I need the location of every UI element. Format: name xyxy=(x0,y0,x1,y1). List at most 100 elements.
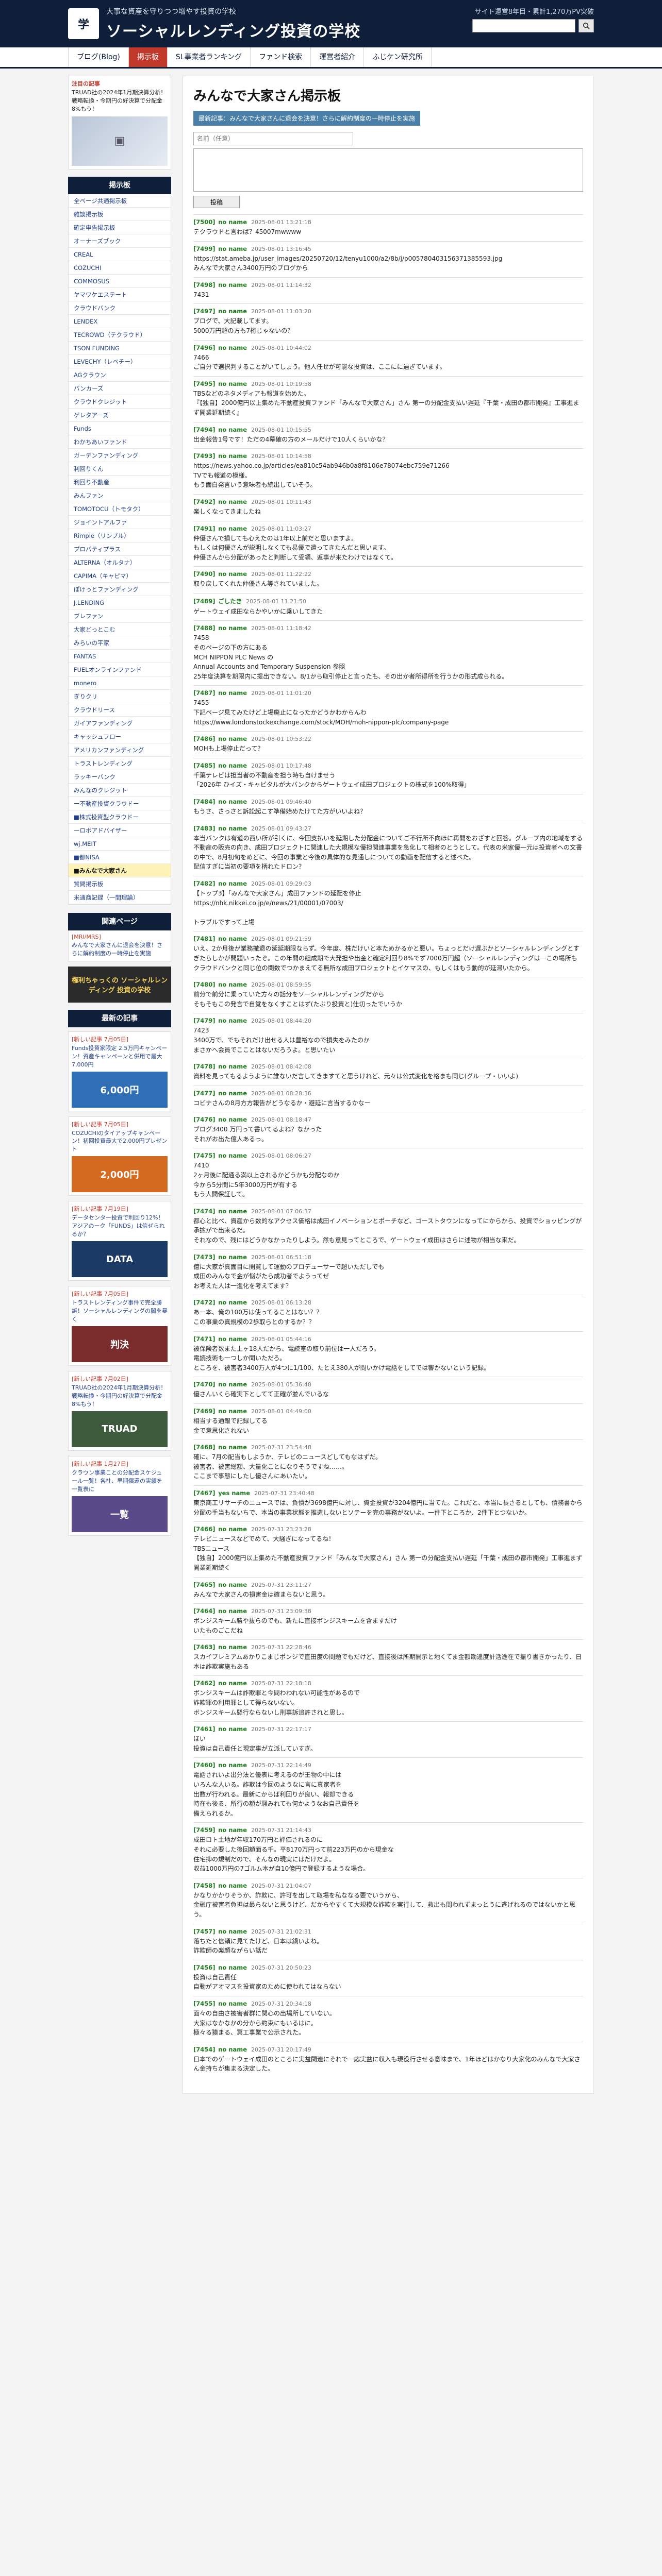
search-input[interactable] xyxy=(472,19,575,32)
sidebar-board-item[interactable]: ヤマワケエステート xyxy=(69,288,171,301)
post-number[interactable]: [7464] xyxy=(193,1607,216,1615)
post-number[interactable]: [7480] xyxy=(193,981,216,988)
sidebar-board-item[interactable]: バンカーズ xyxy=(69,382,171,395)
sidebar-board-item[interactable]: J.LENDING xyxy=(69,596,171,609)
news-title[interactable]: トラストレンディング事件で完全勝訴！ソーシャルレンディングの闇を暴く xyxy=(72,1299,168,1324)
sidebar-board-item[interactable]: CAPIMA（キャピマ） xyxy=(69,569,171,583)
post-number[interactable]: [7463] xyxy=(193,1643,216,1651)
site-logo[interactable]: 学 xyxy=(68,8,99,39)
sidebar-board-item[interactable]: ■みんなで大家さん xyxy=(69,863,171,877)
sidebar-board-item[interactable]: ーロボアドバイザー xyxy=(69,824,171,837)
sidebar-board-item[interactable]: 利回りくん xyxy=(69,462,171,476)
news-title[interactable]: クラウン事業ことの分配金スケジュール一覧！各社、早期償還の実績を一覧表に xyxy=(72,1469,168,1494)
sidebar-board-item[interactable]: 確定申告掲示板 xyxy=(69,221,171,234)
post-number[interactable]: [7454] xyxy=(193,2046,216,2053)
sidebar-board-item[interactable]: COZUCHI xyxy=(69,261,171,275)
nav-item[interactable]: SL事業者ランキング xyxy=(167,47,251,67)
submit-button[interactable]: 投稿 xyxy=(193,196,240,208)
sidebar-board-item[interactable]: ぽけっとファンディング xyxy=(69,583,171,596)
sidebar-board-item[interactable]: ■都NISA xyxy=(69,851,171,864)
news-item[interactable]: [新しい記事 7月02日] TRUAD社の2024年1月期決算分析！戦略転換・今期… xyxy=(68,1370,171,1451)
post-number[interactable]: [7475] xyxy=(193,1152,216,1159)
sidebar-board-item[interactable]: わかちあいファンド xyxy=(69,435,171,449)
post-number[interactable]: [7469] xyxy=(193,1408,216,1415)
news-thumbnail[interactable]: TRUAD xyxy=(72,1411,168,1447)
post-number[interactable]: [7498] xyxy=(193,281,216,289)
sidebar-board-item[interactable]: Funds xyxy=(69,422,171,435)
post-number[interactable]: [7491] xyxy=(193,525,216,532)
post-number[interactable]: [7479] xyxy=(193,1017,216,1024)
news-thumbnail[interactable]: 2,000円 xyxy=(72,1156,168,1193)
post-number[interactable]: [7492] xyxy=(193,498,216,505)
sidebar-board-item[interactable]: 雑談掲示板 xyxy=(69,208,171,221)
nav-item[interactable]: ブログ(Blog) xyxy=(68,47,129,67)
post-number[interactable]: [7499] xyxy=(193,245,216,252)
post-number[interactable]: [7482] xyxy=(193,880,216,887)
post-number[interactable]: [7471] xyxy=(193,1335,216,1343)
post-number[interactable]: [7461] xyxy=(193,1725,216,1733)
sidebar-board-item[interactable]: ジョイントアルファ xyxy=(69,516,171,529)
sidebar-board-item[interactable]: 大家どっとこむ xyxy=(69,623,171,636)
post-number[interactable]: [7473] xyxy=(193,1253,216,1261)
sidebar-board-item[interactable]: FANTAS xyxy=(69,650,171,663)
sidebar-board-item[interactable]: AGクラウン xyxy=(69,368,171,382)
post-number[interactable]: [7483] xyxy=(193,825,216,832)
post-number[interactable]: [7459] xyxy=(193,1826,216,1834)
name-input[interactable] xyxy=(193,132,353,145)
sidebar-board-item[interactable]: FUELオンラインファンド xyxy=(69,663,171,676)
post-number[interactable]: [7486] xyxy=(193,735,216,742)
featured-text[interactable]: TRUAD社の2024年1月期決算分析！戦略転換・今期円の好決算で分配金8%もう… xyxy=(72,89,168,113)
sidebar-board-item[interactable]: ラッキーバンク xyxy=(69,770,171,784)
news-item[interactable]: [新しい記事 7月05日] Funds投資家限定 2.5万円キャンペーン！資産キャ… xyxy=(68,1031,171,1111)
sidebar-board-item[interactable]: クラウドリース xyxy=(69,703,171,717)
news-thumbnail[interactable]: 6,000円 xyxy=(72,1071,168,1108)
sidebar-board-item[interactable]: クラウドバンク xyxy=(69,301,171,315)
sidebar-board-item[interactable]: アメリカンファンディング xyxy=(69,743,171,757)
sidebar-board-item[interactable]: 利回り不動産 xyxy=(69,476,171,489)
site-title[interactable]: ソーシャルレンディング投資の学校 xyxy=(106,19,360,41)
post-number[interactable]: [7472] xyxy=(193,1299,216,1306)
sidebar-board-item[interactable]: ゲレタアーズ xyxy=(69,409,171,422)
sidebar-board-item[interactable]: CREAL xyxy=(69,248,171,261)
news-thumbnail[interactable]: DATA xyxy=(72,1241,168,1278)
post-number[interactable]: [7466] xyxy=(193,1526,216,1533)
sidebar-board-item[interactable]: ガーデンファンディング xyxy=(69,449,171,462)
sidebar-board-item[interactable]: Rimple（リンプル） xyxy=(69,529,171,543)
related-link[interactable]: みんなで大家さんに退会を決意！さらに解約制度の一時停止を実施 xyxy=(72,941,168,958)
sidebar-board-item[interactable]: みんなのクレジット xyxy=(69,784,171,797)
search-button[interactable] xyxy=(578,19,594,32)
post-number[interactable]: [7455] xyxy=(193,2000,216,2007)
sidebar-board-item[interactable]: COMMOSUS xyxy=(69,275,171,288)
nav-item[interactable]: 掲示板 xyxy=(128,47,168,67)
nav-item[interactable]: 運営者紹介 xyxy=(311,47,365,67)
sidebar-board-item[interactable]: クラウドクレジット xyxy=(69,395,171,409)
news-item[interactable]: [新しい記事 7月05日] COZUCHIのタイアップキャンペーン！初回投資最大で… xyxy=(68,1116,171,1196)
sidebar-board-item[interactable]: 質問掲示板 xyxy=(69,877,171,891)
post-number[interactable]: [7468] xyxy=(193,1444,216,1451)
latest-article-notice[interactable]: 最新記事：みんなで大家さんに退会を決意！さらに解約制度の一時停止を実施 xyxy=(193,111,421,126)
news-item[interactable]: [新しい記事 7月05日] トラストレンディング事件で完全勝訴！ソーシャルレンディ… xyxy=(68,1286,171,1366)
post-number[interactable]: [7496] xyxy=(193,344,216,351)
post-number[interactable]: [7488] xyxy=(193,624,216,632)
post-number[interactable]: [7470] xyxy=(193,1381,216,1388)
sidebar-board-item[interactable]: ALTERNA（オルタナ） xyxy=(69,556,171,569)
post-number[interactable]: [7465] xyxy=(193,1581,216,1588)
featured-banner[interactable]: 注目の記事 TRUAD社の2024年1月期決算分析！戦略転換・今期円の好決算で分… xyxy=(68,76,171,170)
news-title[interactable]: COZUCHIのタイアップキャンペーン！初回投資最大で2,000円プレゼント xyxy=(72,1129,168,1154)
post-number[interactable]: [7487] xyxy=(193,689,216,697)
news-thumbnail[interactable]: 判決 xyxy=(72,1326,168,1362)
news-item[interactable]: [新しい記事 7月19日] データセンター投資で利回り12%！アジアのーク「FUN… xyxy=(68,1201,171,1281)
sidebar-board-item[interactable]: ぎりクリ xyxy=(69,690,171,703)
sidebar-board-item[interactable]: みんファン xyxy=(69,489,171,502)
nav-item[interactable]: ファンド検索 xyxy=(251,47,311,67)
sidebar-board-item[interactable]: LENDEX xyxy=(69,315,171,328)
news-title[interactable]: Funds投資家限定 2.5万円キャンペーン！資産キャンペーンと併用で最大7,0… xyxy=(72,1044,168,1069)
sidebar-board-item[interactable]: みらいの平家 xyxy=(69,636,171,650)
post-number[interactable]: [7485] xyxy=(193,762,216,769)
sidebar-board-item[interactable]: オーナーズブック xyxy=(69,234,171,248)
sidebar-board-item[interactable]: TOMOTOCU（トモタク） xyxy=(69,502,171,516)
post-number[interactable]: [7456] xyxy=(193,1964,216,1971)
sidebar-board-item[interactable]: monero xyxy=(69,676,171,690)
news-item[interactable]: [新しい記事 1月27日] クラウン事業ことの分配金スケジュール一覧！各社、早期償… xyxy=(68,1455,171,1536)
sidebar-board-item[interactable]: LEVECHY（レベチー） xyxy=(69,355,171,368)
